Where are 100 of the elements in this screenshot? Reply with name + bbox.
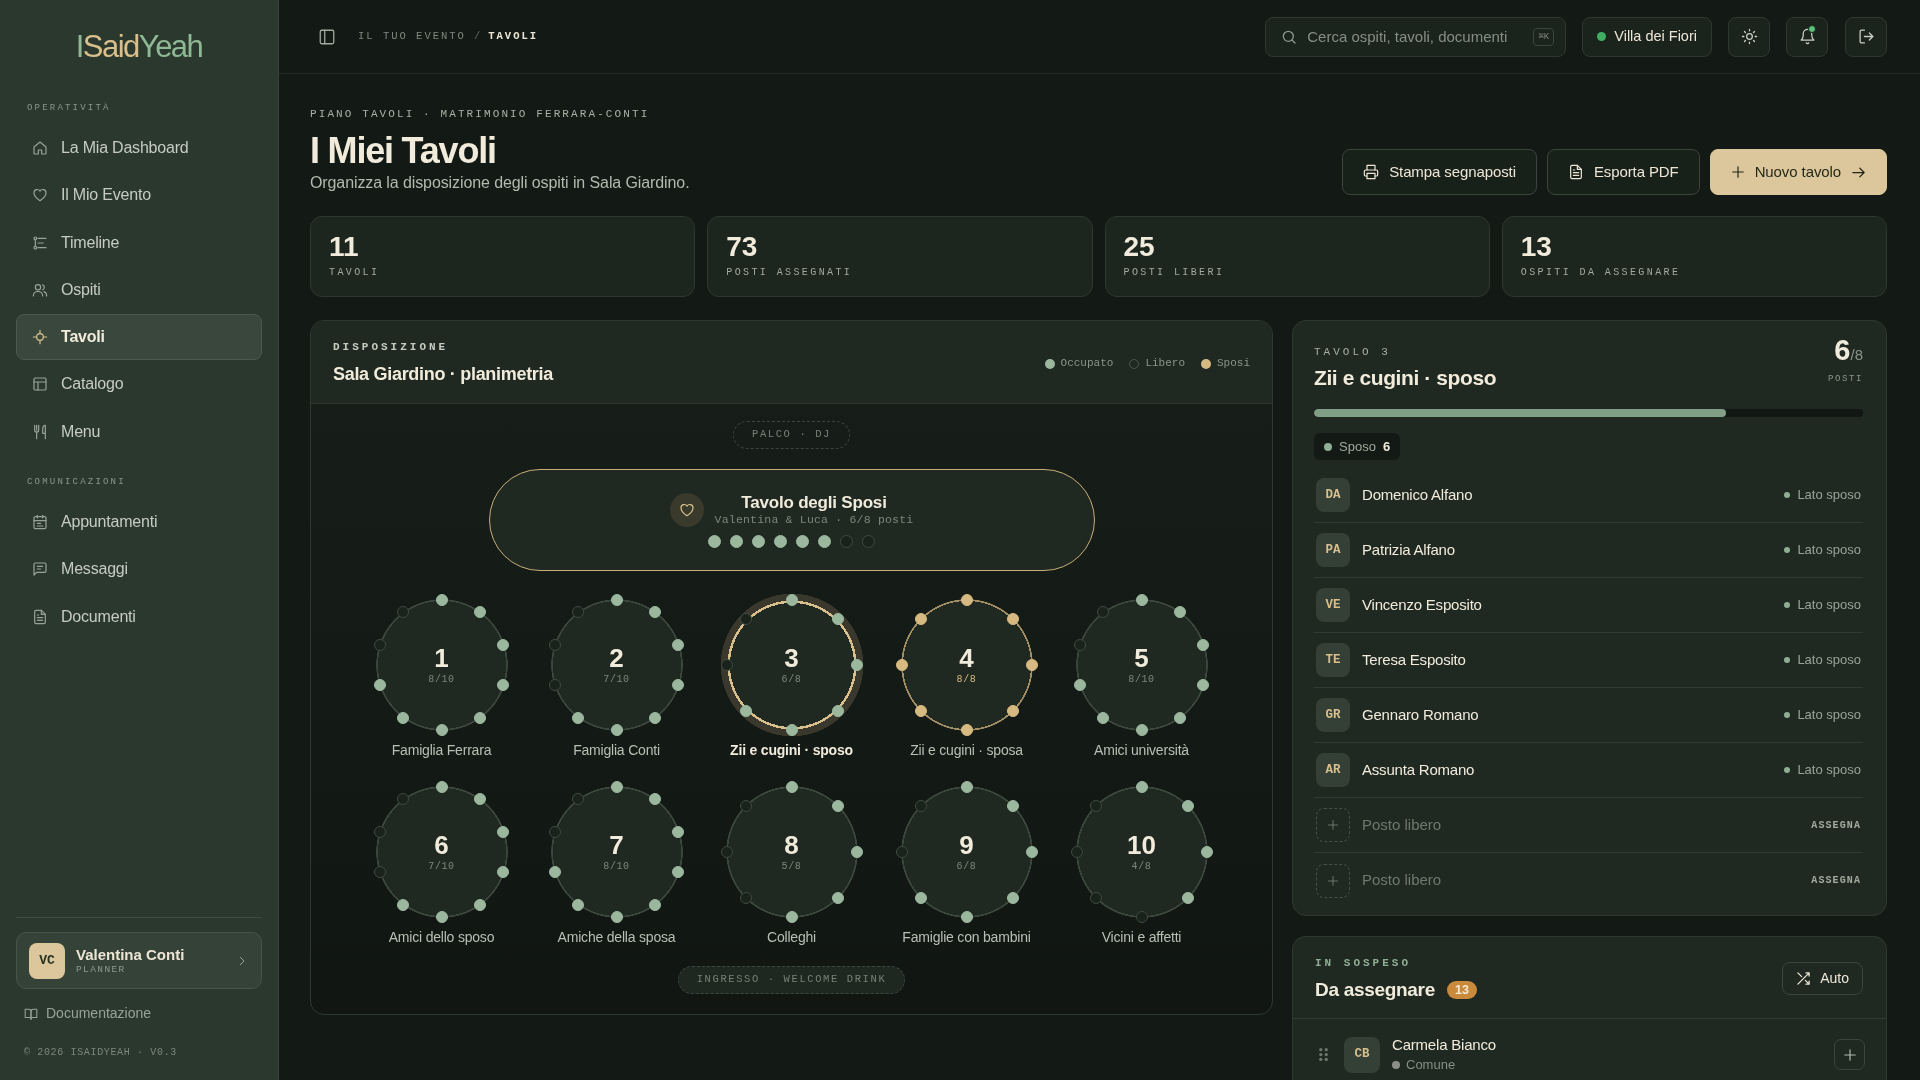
drag-handle-icon[interactable] <box>1319 1048 1328 1061</box>
table-label: Amici università <box>1094 741 1189 759</box>
nav-item[interactable]: Timeline <box>16 219 262 266</box>
nav-item[interactable]: Tavoli <box>16 314 262 361</box>
documentation-link[interactable]: Documentazione <box>24 1003 152 1024</box>
document-icon <box>1567 164 1584 180</box>
seat-count: 8/10 <box>603 860 630 873</box>
nav-item[interactable]: Appuntamenti <box>16 499 262 546</box>
plus-icon <box>1316 863 1350 898</box>
new-table-button[interactable]: Nuovo tavolo <box>1709 149 1887 195</box>
free-seat-label: Posto libero <box>1362 870 1443 891</box>
table-number: 3 <box>784 644 799 672</box>
user-card[interactable]: VC Valentina Conti PLANNER <box>16 932 262 989</box>
avatar: TE <box>1316 643 1350 677</box>
nav-item[interactable]: Catalogo <box>16 361 262 408</box>
stat-label: TAVOLI <box>329 266 381 280</box>
sidebar-toggle-icon[interactable] <box>318 27 336 46</box>
crosshair-icon <box>32 329 48 346</box>
guest-group: Lato sposo <box>1797 760 1861 780</box>
panel-eyebrow: TAVOLO 3 <box>1314 345 1392 359</box>
seat-count: 6/8 <box>956 860 977 873</box>
guest-group: Lato sposo <box>1797 705 1861 725</box>
head-table[interactable]: Tavolo degli Sposi Valentina & Luca · 6/8 posti <box>488 469 1095 571</box>
export-button[interactable]: Esporta PDF <box>1546 149 1700 195</box>
nav-item[interactable]: Messaggi <box>16 546 262 593</box>
table-label: Zii e cugini · sposa <box>910 741 1023 759</box>
table-subtitle: Valentina & Luca · 6/8 posti <box>714 512 914 527</box>
bell-icon <box>1798 28 1816 45</box>
round-table[interactable]: 8 5/8 <box>719 780 864 924</box>
count-badge: 13 <box>1447 981 1477 999</box>
search-icon <box>1281 28 1298 45</box>
timeline-icon <box>32 234 48 251</box>
shuffle-icon <box>1796 971 1812 986</box>
avatar: AR <box>1316 753 1350 787</box>
avatar: VE <box>1316 588 1350 622</box>
status-dot-icon <box>1597 32 1607 41</box>
table-number: 5 <box>1134 644 1149 672</box>
round-table[interactable]: 9 6/8 <box>894 780 1039 924</box>
breadcrumb-item[interactable]: IL TUO EVENTO <box>358 28 466 45</box>
heart-icon <box>32 187 48 204</box>
people-icon <box>32 281 48 298</box>
free-seat-label: Posto libero <box>1362 814 1443 835</box>
seat-count: 6/8 <box>781 673 802 686</box>
print-button[interactable]: Stampa segnaposti <box>1342 149 1537 195</box>
stat-value: 11 <box>329 231 360 263</box>
page-title: I Miei Tavoli <box>310 129 497 173</box>
page-subtitle: Organizza la disposizione degli ospiti in Sala Giardino. <box>310 173 690 193</box>
guest-name: Domenico Alfano <box>1362 484 1474 505</box>
table-label: Famiglia Conti <box>573 741 660 759</box>
stat-label: POSTI ASSEGNATI <box>726 266 854 280</box>
round-table[interactable]: 4 8/8 <box>894 593 1039 737</box>
stat-value: 25 <box>1123 231 1156 263</box>
printer-icon <box>1363 164 1380 180</box>
table-label: Amiche della sposa <box>557 928 676 946</box>
add-button[interactable] <box>1834 1039 1865 1070</box>
shortcut-hint: ⌘K <box>1533 27 1555 46</box>
nav-item[interactable]: Ospiti <box>16 266 262 313</box>
guest-name: Gennaro Romano <box>1362 704 1480 725</box>
stat-label: OSPITI DA ASSEGNARE <box>1520 266 1682 280</box>
table-number: 4 <box>959 644 974 672</box>
nav-item[interactable]: Documenti <box>16 593 262 640</box>
guest-group: Lato sposo <box>1797 650 1861 670</box>
book-icon <box>24 1006 38 1021</box>
nav-item[interactable]: La Mia Dashboard <box>16 125 262 171</box>
chevron-right-icon <box>237 955 247 966</box>
user-name: Valentina Conti <box>76 945 186 963</box>
logout-button[interactable] <box>1845 16 1887 57</box>
plus-icon <box>1316 808 1350 842</box>
table-label: Famiglia Ferrara <box>391 741 492 759</box>
nav-item[interactable]: Menu <box>16 408 262 455</box>
table-number: 1 <box>434 644 449 672</box>
table-title: Tavolo degli Sposi <box>741 492 887 513</box>
stat-label: POSTI LIBERI <box>1123 266 1226 280</box>
table-label: Famiglie con bambini <box>902 928 1031 946</box>
round-table[interactable]: 10 4/8 <box>1069 780 1214 924</box>
guest-group: Lato sposo <box>1797 595 1861 615</box>
arrow-right-icon <box>1851 164 1866 180</box>
logout-icon <box>1857 28 1875 45</box>
breadcrumb-item: TAVOLI <box>488 28 539 44</box>
seat-count: 5/8 <box>781 860 802 873</box>
panel-title: Zii e cugini · sposo <box>1314 366 1497 390</box>
document-icon <box>32 608 48 625</box>
nav-item[interactable]: Il Mio Evento <box>16 172 262 219</box>
notifications-button[interactable] <box>1786 16 1828 57</box>
auto-button[interactable]: Auto <box>1782 962 1863 995</box>
calendar-icon <box>32 514 48 531</box>
user-role: PLANNER <box>76 962 127 976</box>
group-dot-icon <box>1324 442 1332 451</box>
seat-count: 8/10 <box>428 673 455 686</box>
guest-name: Teresa Esposito <box>1362 649 1467 670</box>
entrance-marker: INGRESSO · WELCOME DRINK <box>677 966 906 994</box>
theme-button[interactable] <box>1728 16 1770 57</box>
table-label: Zii e cugini · sposo <box>730 741 853 759</box>
assign-link[interactable]: ASSEGNA <box>1811 817 1861 833</box>
round-table[interactable]: 3 6/8 <box>719 593 864 737</box>
venue-button[interactable]: Villa dei Fiori <box>1582 16 1712 57</box>
avatar: CB <box>1344 1036 1380 1073</box>
assign-link[interactable]: ASSEGNA <box>1811 873 1861 888</box>
table-number: 2 <box>609 644 624 672</box>
footer-text: © 2026 ISAIDYEAH · V0.3 <box>24 1046 178 1060</box>
